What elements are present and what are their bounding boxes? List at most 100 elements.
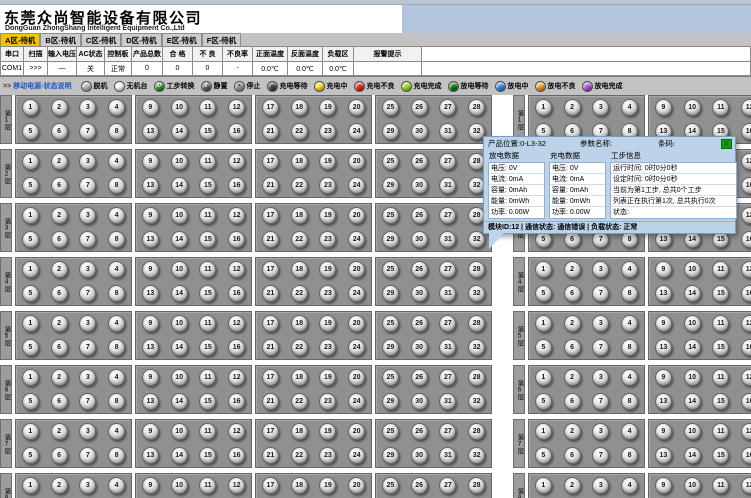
cell-button[interactable]: 3 — [592, 99, 609, 116]
cell-button[interactable]: 20 — [348, 315, 365, 332]
cell-button[interactable]: 12 — [228, 423, 245, 440]
cell-button[interactable]: 15 — [712, 285, 729, 302]
cell-button[interactable]: 4 — [108, 423, 125, 440]
cell-button[interactable]: 18 — [291, 207, 308, 224]
cell-button[interactable]: 31 — [439, 177, 456, 194]
cell-button[interactable]: 9 — [142, 423, 159, 440]
cell-button[interactable]: 4 — [621, 477, 638, 494]
cell-button[interactable]: 21 — [262, 447, 279, 464]
cell-button[interactable]: 26 — [411, 99, 428, 116]
cell-button[interactable]: 15 — [199, 123, 216, 140]
cell-button[interactable]: 17 — [262, 477, 279, 494]
cell-button[interactable]: 4 — [621, 423, 638, 440]
cell-button[interactable]: 21 — [262, 339, 279, 356]
cell-button[interactable]: 26 — [411, 423, 428, 440]
cell-button[interactable]: 9 — [142, 99, 159, 116]
cell-button[interactable]: 22 — [291, 339, 308, 356]
cell-button[interactable]: 6 — [564, 285, 581, 302]
cell-button[interactable]: 5 — [22, 231, 39, 248]
cell-button[interactable]: 21 — [262, 177, 279, 194]
cell-button[interactable]: 7 — [592, 339, 609, 356]
cell-button[interactable]: 7 — [79, 393, 96, 410]
cell-button[interactable]: 8 — [108, 393, 125, 410]
cell-button[interactable]: 16 — [741, 447, 751, 464]
cell-button[interactable]: 12 — [228, 369, 245, 386]
cell-button[interactable]: 15 — [199, 447, 216, 464]
cell-button[interactable]: 12 — [741, 477, 751, 494]
cell-button[interactable]: 7 — [79, 285, 96, 302]
cell-button[interactable]: 25 — [382, 369, 399, 386]
cell-button[interactable]: 19 — [319, 423, 336, 440]
cell-button[interactable]: 27 — [439, 315, 456, 332]
cell-button[interactable]: 9 — [655, 369, 672, 386]
cell-button[interactable]: 3 — [79, 477, 96, 494]
cell-button[interactable]: 5 — [22, 339, 39, 356]
cell-button[interactable]: 13 — [142, 447, 159, 464]
cell-button[interactable]: 17 — [262, 207, 279, 224]
cell-button[interactable]: 26 — [411, 261, 428, 278]
cell-button[interactable]: 25 — [382, 153, 399, 170]
cell-button[interactable]: 5 — [535, 285, 552, 302]
cell-button[interactable]: 2 — [51, 477, 68, 494]
cell-button[interactable]: 3 — [592, 423, 609, 440]
cell-button[interactable]: 17 — [262, 315, 279, 332]
cell-button[interactable]: 17 — [262, 153, 279, 170]
cell-button[interactable]: 9 — [655, 261, 672, 278]
cell-button[interactable]: 8 — [108, 231, 125, 248]
cell-button[interactable]: 2 — [564, 423, 581, 440]
cell-button[interactable]: 30 — [411, 123, 428, 140]
cell-button[interactable]: 15 — [712, 447, 729, 464]
cell-button[interactable]: 1 — [535, 477, 552, 494]
cell-button[interactable]: 20 — [348, 207, 365, 224]
cell-button[interactable]: 28 — [468, 99, 485, 116]
cell-button[interactable]: 25 — [382, 261, 399, 278]
cell-button[interactable]: 14 — [171, 123, 188, 140]
cell-button[interactable]: 22 — [291, 123, 308, 140]
cell-button[interactable]: 27 — [439, 153, 456, 170]
cell-button[interactable]: 16 — [741, 393, 751, 410]
cell-button[interactable]: 16 — [741, 123, 751, 140]
cell-button[interactable]: 3 — [592, 261, 609, 278]
cell-button[interactable]: 14 — [684, 447, 701, 464]
cell-button[interactable]: 18 — [291, 315, 308, 332]
cell-button[interactable]: 28 — [468, 477, 485, 494]
cell-button[interactable]: 15 — [199, 393, 216, 410]
cell-button[interactable]: 9 — [142, 207, 159, 224]
cell-button[interactable]: 10 — [171, 423, 188, 440]
cell-button[interactable]: 9 — [142, 315, 159, 332]
cell-button[interactable]: 31 — [439, 339, 456, 356]
cell-button[interactable]: 9 — [142, 369, 159, 386]
cell-button[interactable]: 20 — [348, 423, 365, 440]
cell-button[interactable]: 5 — [22, 123, 39, 140]
cell-button[interactable]: 9 — [655, 423, 672, 440]
cell-button[interactable]: 20 — [348, 99, 365, 116]
cell-button[interactable]: 26 — [411, 477, 428, 494]
cell-button[interactable]: 20 — [348, 369, 365, 386]
cell-button[interactable]: 24 — [348, 339, 365, 356]
cell-button[interactable]: 12 — [741, 99, 751, 116]
cell-button[interactable]: 15 — [712, 393, 729, 410]
cell-button[interactable]: 10 — [171, 99, 188, 116]
cell-button[interactable]: 9 — [655, 99, 672, 116]
cell-button[interactable]: 4 — [108, 369, 125, 386]
cell-button[interactable]: 17 — [262, 261, 279, 278]
cell-button[interactable]: 2 — [51, 423, 68, 440]
cell-button[interactable]: 1 — [22, 153, 39, 170]
cell-button[interactable]: 12 — [741, 369, 751, 386]
cell-button[interactable]: 15 — [199, 285, 216, 302]
cell-button[interactable]: 16 — [228, 123, 245, 140]
cell-button[interactable]: 18 — [291, 369, 308, 386]
cell-button[interactable]: 7 — [79, 447, 96, 464]
cell-button[interactable]: 3 — [592, 369, 609, 386]
cell-button[interactable]: 19 — [319, 477, 336, 494]
cell-button[interactable]: 10 — [684, 261, 701, 278]
cell-button[interactable]: 10 — [684, 477, 701, 494]
cell-button[interactable]: 6 — [51, 447, 68, 464]
cell-button[interactable]: 6 — [564, 447, 581, 464]
cell-button[interactable]: 17 — [262, 423, 279, 440]
cell-button[interactable]: 6 — [564, 393, 581, 410]
cell-button[interactable]: 12 — [741, 315, 751, 332]
cell-button[interactable]: 7 — [592, 393, 609, 410]
popup-close-button[interactable]: X — [721, 139, 732, 149]
cell-button[interactable]: 7 — [79, 123, 96, 140]
